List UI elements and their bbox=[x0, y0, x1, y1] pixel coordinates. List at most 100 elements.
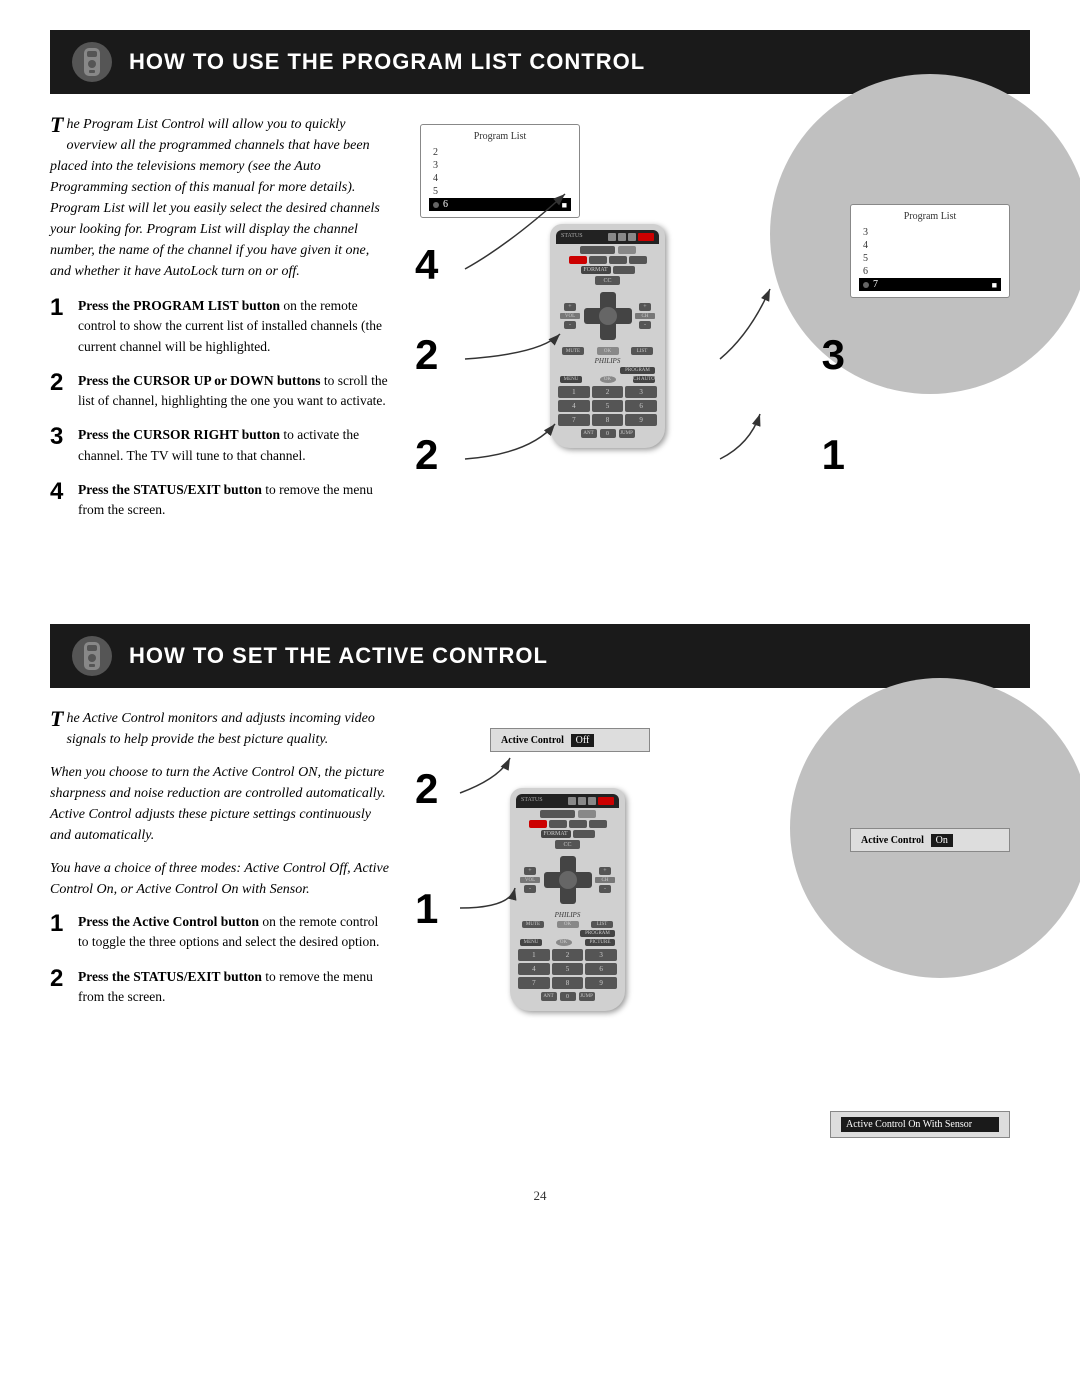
page: HOW TO USE THE PROGRAM LIST CONTROL The … bbox=[0, 0, 1080, 1244]
remote-icon bbox=[70, 40, 114, 84]
remote-cc-row: CC bbox=[556, 276, 659, 285]
ac-screen-off: Active Control Off bbox=[490, 728, 650, 752]
remote-b-bottom: ANT 0 JUMP bbox=[516, 992, 619, 1001]
remote-num-6: 6 bbox=[625, 400, 657, 412]
bottom-section-title: HOW TO SET THE ACTIVE CONTROL bbox=[129, 643, 548, 669]
step-bold-3: Press the CURSOR RIGHT button bbox=[78, 427, 280, 442]
remote-num-1: 1 bbox=[558, 386, 590, 398]
bottom-step-text-1: Press the Active Control button on the r… bbox=[78, 912, 390, 953]
remote-top-status: STATUS bbox=[556, 230, 659, 244]
ch-row-5: 5 bbox=[429, 185, 571, 198]
channel-dot-r bbox=[863, 282, 869, 288]
bottom-step-text-2: Press the STATUS/EXIT button to remove t… bbox=[78, 967, 390, 1008]
lock-icon: ■ bbox=[562, 200, 567, 210]
remote-b-vol: + VOL - bbox=[520, 867, 540, 893]
remote-num-9: 9 bbox=[625, 414, 657, 426]
remote-b-jump: JUMP bbox=[579, 992, 595, 1001]
bottom-section-content: The Active Control monitors and adjusts … bbox=[50, 708, 1030, 1168]
remote-btn-b bbox=[609, 256, 627, 264]
step-item-1: 1 Press the PROGRAM LIST button on the r… bbox=[50, 296, 390, 357]
remote-ch-dn: - bbox=[639, 321, 651, 329]
remote-ok-btn: OK bbox=[597, 347, 619, 355]
top-section-title: HOW TO USE THE PROGRAM LIST CONTROL bbox=[129, 49, 645, 75]
remote-b-5: 5 bbox=[552, 963, 584, 975]
bottom-intro-2: When you choose to turn the Active Contr… bbox=[50, 762, 390, 846]
drop-cap-T: T bbox=[50, 114, 63, 136]
philips-logo: PHILIPS bbox=[556, 357, 659, 365]
remote-b-dpad bbox=[544, 856, 592, 904]
remote-b-vol-label: VOL bbox=[520, 877, 540, 883]
remote-ch-label: CH bbox=[635, 313, 655, 319]
ac-screen-sensor: Active Control On With Sensor bbox=[830, 1111, 1010, 1138]
top-section-content: The Program List Control will allow you … bbox=[50, 114, 1030, 594]
bottom-section-header: HOW TO SET THE ACTIVE CONTROL bbox=[50, 624, 1030, 688]
remote-format-row: FORMAT bbox=[556, 266, 659, 274]
remote-btn-aux bbox=[628, 233, 636, 241]
remote-b-d bbox=[573, 830, 595, 838]
tv-screen-right-title: Program List bbox=[859, 211, 1001, 222]
remote-b-num-grid: 1 2 3 4 5 6 7 8 9 bbox=[518, 949, 617, 989]
ch-row-r4: 4 bbox=[859, 239, 1001, 252]
philips-logo-b: PHILIPS bbox=[516, 911, 619, 919]
remote-b-vol-ch: + VOL - + CH - bbox=[516, 852, 619, 908]
remote-bottom: STATUS bbox=[510, 788, 625, 1011]
remote-num-2: 2 bbox=[592, 386, 624, 398]
step-item-4: 4 Press the STATUS/EXIT button to remove… bbox=[50, 480, 390, 521]
remote-b-ch-dn: - bbox=[599, 885, 611, 893]
ch-row-r7-hl: 7 ■ bbox=[859, 278, 1001, 291]
bottom-callout-2: 2 bbox=[415, 768, 438, 810]
step-bold-4: Press the STATUS/EXIT button bbox=[78, 482, 262, 497]
remote-btn-dvd bbox=[618, 233, 626, 241]
step-text-4: Press the STATUS/EXIT button to remove t… bbox=[78, 480, 390, 521]
remote-dpad bbox=[584, 292, 632, 340]
ac-off-label: Active Control bbox=[501, 735, 564, 746]
ac-on-value: On bbox=[931, 834, 953, 847]
ch-row-2: 2 bbox=[429, 146, 571, 159]
remote-num-8: 8 bbox=[592, 414, 624, 426]
remote-b-1: 1 bbox=[518, 949, 550, 961]
bottom-left-text: The Active Control monitors and adjusts … bbox=[50, 708, 390, 1168]
callout-3: 3 bbox=[822, 334, 845, 376]
step-item-3: 3 Press the CURSOR RIGHT button to activ… bbox=[50, 425, 390, 466]
step-item-2: 2 Press the CURSOR UP or DOWN buttons to… bbox=[50, 371, 390, 412]
remote-menu-btn: MENU bbox=[560, 376, 582, 383]
remote-b-mute: MUTE bbox=[522, 921, 544, 928]
remote-ant-btn: ANT bbox=[581, 429, 597, 438]
remote-program-btn: PROGRAM bbox=[620, 367, 655, 374]
step-num-1: 1 bbox=[50, 296, 68, 320]
bottom-illustration: Active Control Off Active Control On Act… bbox=[410, 708, 1030, 1168]
remote-b-cc-row: CC bbox=[516, 840, 619, 849]
remote-b-menu: MENU bbox=[520, 939, 542, 946]
ch-row-3: 3 bbox=[429, 159, 571, 172]
remote-b-a bbox=[549, 820, 567, 828]
remote-b-picture: PICTURE bbox=[585, 939, 615, 946]
remote-power-btn bbox=[569, 256, 587, 264]
bottom-step-item-1: 1 Press the Active Control button on the… bbox=[50, 912, 390, 953]
remote-b-btn-dvd bbox=[578, 797, 586, 805]
remote-btn-d bbox=[613, 266, 635, 274]
remote-vol-up: + bbox=[564, 303, 576, 311]
top-step-list: 1 Press the PROGRAM LIST button on the r… bbox=[50, 296, 390, 520]
step-text-1: Press the PROGRAM LIST button on the rem… bbox=[78, 296, 390, 357]
remote-b-extra bbox=[578, 810, 596, 818]
remote-b-sleep bbox=[540, 810, 575, 818]
remote-b-sleep-row bbox=[516, 810, 619, 818]
remote-btn-a bbox=[589, 256, 607, 264]
remote-vol-ch: + VOL - + CH - bbox=[556, 288, 659, 344]
remote-sleep-btn bbox=[580, 246, 615, 254]
remote-b-b bbox=[569, 820, 587, 828]
remote-b-7: 7 bbox=[518, 977, 550, 989]
step-bold-2: Press the CURSOR UP or DOWN buttons bbox=[78, 373, 321, 388]
remote-jump-btn: JUMP bbox=[619, 429, 635, 438]
remote-btn-select bbox=[638, 233, 654, 241]
remote-list-btn: LIST bbox=[631, 347, 653, 355]
remote-vol-label: VOL bbox=[560, 313, 580, 319]
remote-b-ch-label: CH bbox=[595, 877, 615, 883]
remote-b-2: 2 bbox=[552, 949, 584, 961]
ch-row-6-hl: 6 ■ bbox=[429, 198, 571, 211]
ch-row-r6: 6 bbox=[859, 265, 1001, 278]
remote-b-power bbox=[529, 820, 547, 828]
remote-btn-c bbox=[629, 256, 647, 264]
step-bold-1: Press the PROGRAM LIST button bbox=[78, 298, 280, 313]
remote-num-7: 7 bbox=[558, 414, 590, 426]
